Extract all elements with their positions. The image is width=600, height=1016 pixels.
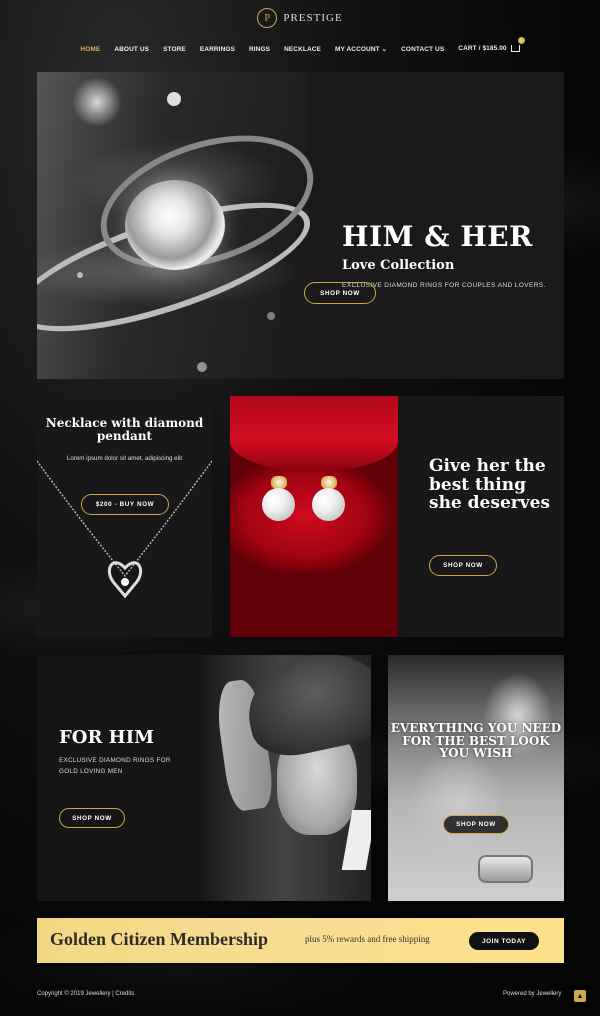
everything-title: EVERYTHING YOU NEED FOR THE BEST LOOK YO… — [390, 721, 562, 760]
membership-title: Golden Citizen Membership — [50, 929, 268, 949]
for-him-shop-now-button[interactable]: SHOP NOW — [59, 808, 125, 828]
nav-item-earrings[interactable]: EARRINGS — [200, 46, 235, 53]
join-today-button[interactable]: JOIN TODAY — [469, 932, 539, 950]
everything-shop-now-button[interactable]: SHOP NOW — [443, 815, 509, 834]
red-jewelry-box-image — [230, 396, 398, 637]
nav-item-contact-us[interactable]: CONTACT US — [401, 46, 444, 53]
sparkle-shape — [197, 362, 207, 372]
necklace-buy-now-button[interactable]: $200 - BUY NOW — [81, 494, 169, 515]
necklace-card: Necklace with diamond pendant Lorem ipsu… — [37, 396, 212, 637]
nav-item-necklace[interactable]: NECKLACE — [284, 46, 321, 53]
for-him-title: FOR HIM — [59, 727, 155, 748]
earrings-shop-now-button[interactable]: SHOP NOW — [429, 555, 497, 576]
watch-shape — [478, 855, 533, 883]
sparkle-shape — [167, 92, 181, 106]
pearl-earring-left — [262, 488, 295, 521]
cart-count-badge: 1 — [517, 37, 525, 45]
nav-cart[interactable]: CART / $185.00 1 — [458, 37, 525, 53]
logo-emblem-icon: P — [257, 8, 278, 28]
hero-banner: HIM & HER Love Collection EXCLUSIVE DIAM… — [37, 72, 564, 379]
footer-powered-by: Powered by Jewellery — [503, 991, 562, 997]
box-lid-shape — [230, 396, 398, 471]
membership-subtitle: plus 5% rewards and free shipping — [305, 934, 430, 944]
site-logo[interactable]: P PRESTIGE — [0, 8, 600, 28]
cart-icon: 1 — [510, 37, 525, 53]
diamond-ring-image — [37, 72, 331, 379]
pearl-earring-right — [312, 488, 345, 521]
for-him-description: EXCLUSIVE DIAMOND RINGS FOR GOLD LOVING … — [59, 757, 171, 775]
earrings-card: Give her the best thing she deserves SHO… — [230, 396, 564, 637]
chevron-down-icon: ⌄ — [381, 46, 388, 53]
nav-item-my-account[interactable]: MY ACCOUNT ⌄ — [335, 45, 387, 53]
diamond-shape — [125, 180, 225, 270]
cart-label: CART / $185.00 — [458, 45, 507, 53]
everything-card: EVERYTHING YOU NEED FOR THE BEST LOOK YO… — [388, 655, 564, 901]
for-him-card: FOR HIM EXCLUSIVE DIAMOND RINGS FOR GOLD… — [37, 655, 371, 901]
nav-item-store[interactable]: STORE — [163, 46, 186, 53]
sparkle-shape — [77, 272, 83, 278]
necklace-image — [37, 460, 212, 599]
main-nav: HOME ABOUT US STORE EARRINGS RINGS NECKL… — [0, 37, 600, 53]
earrings-title: Give her the best thing she deserves — [429, 456, 550, 513]
nav-item-my-account-label: MY ACCOUNT — [334, 46, 380, 53]
nav-item-rings[interactable]: RINGS — [249, 46, 270, 53]
footer-copyright: Copyright © 2019 Jewellery | Credits — [37, 991, 135, 997]
logo-text: PRESTIGE — [283, 12, 343, 24]
membership-banner: Golden Citizen Membership plus 5% reward… — [37, 918, 564, 963]
scroll-to-top-icon[interactable]: ▲ — [574, 990, 586, 1002]
hero-title: HIM & HER — [342, 220, 533, 253]
nav-item-about-us[interactable]: ABOUT US — [114, 46, 149, 53]
sparkle-shape — [267, 312, 275, 320]
nav-item-home[interactable]: HOME — [80, 46, 100, 53]
hero-shop-now-button[interactable]: SHOP NOW — [304, 282, 376, 304]
hero-subtitle: Love Collection — [342, 258, 455, 273]
woman-jewelry-image — [388, 655, 564, 901]
